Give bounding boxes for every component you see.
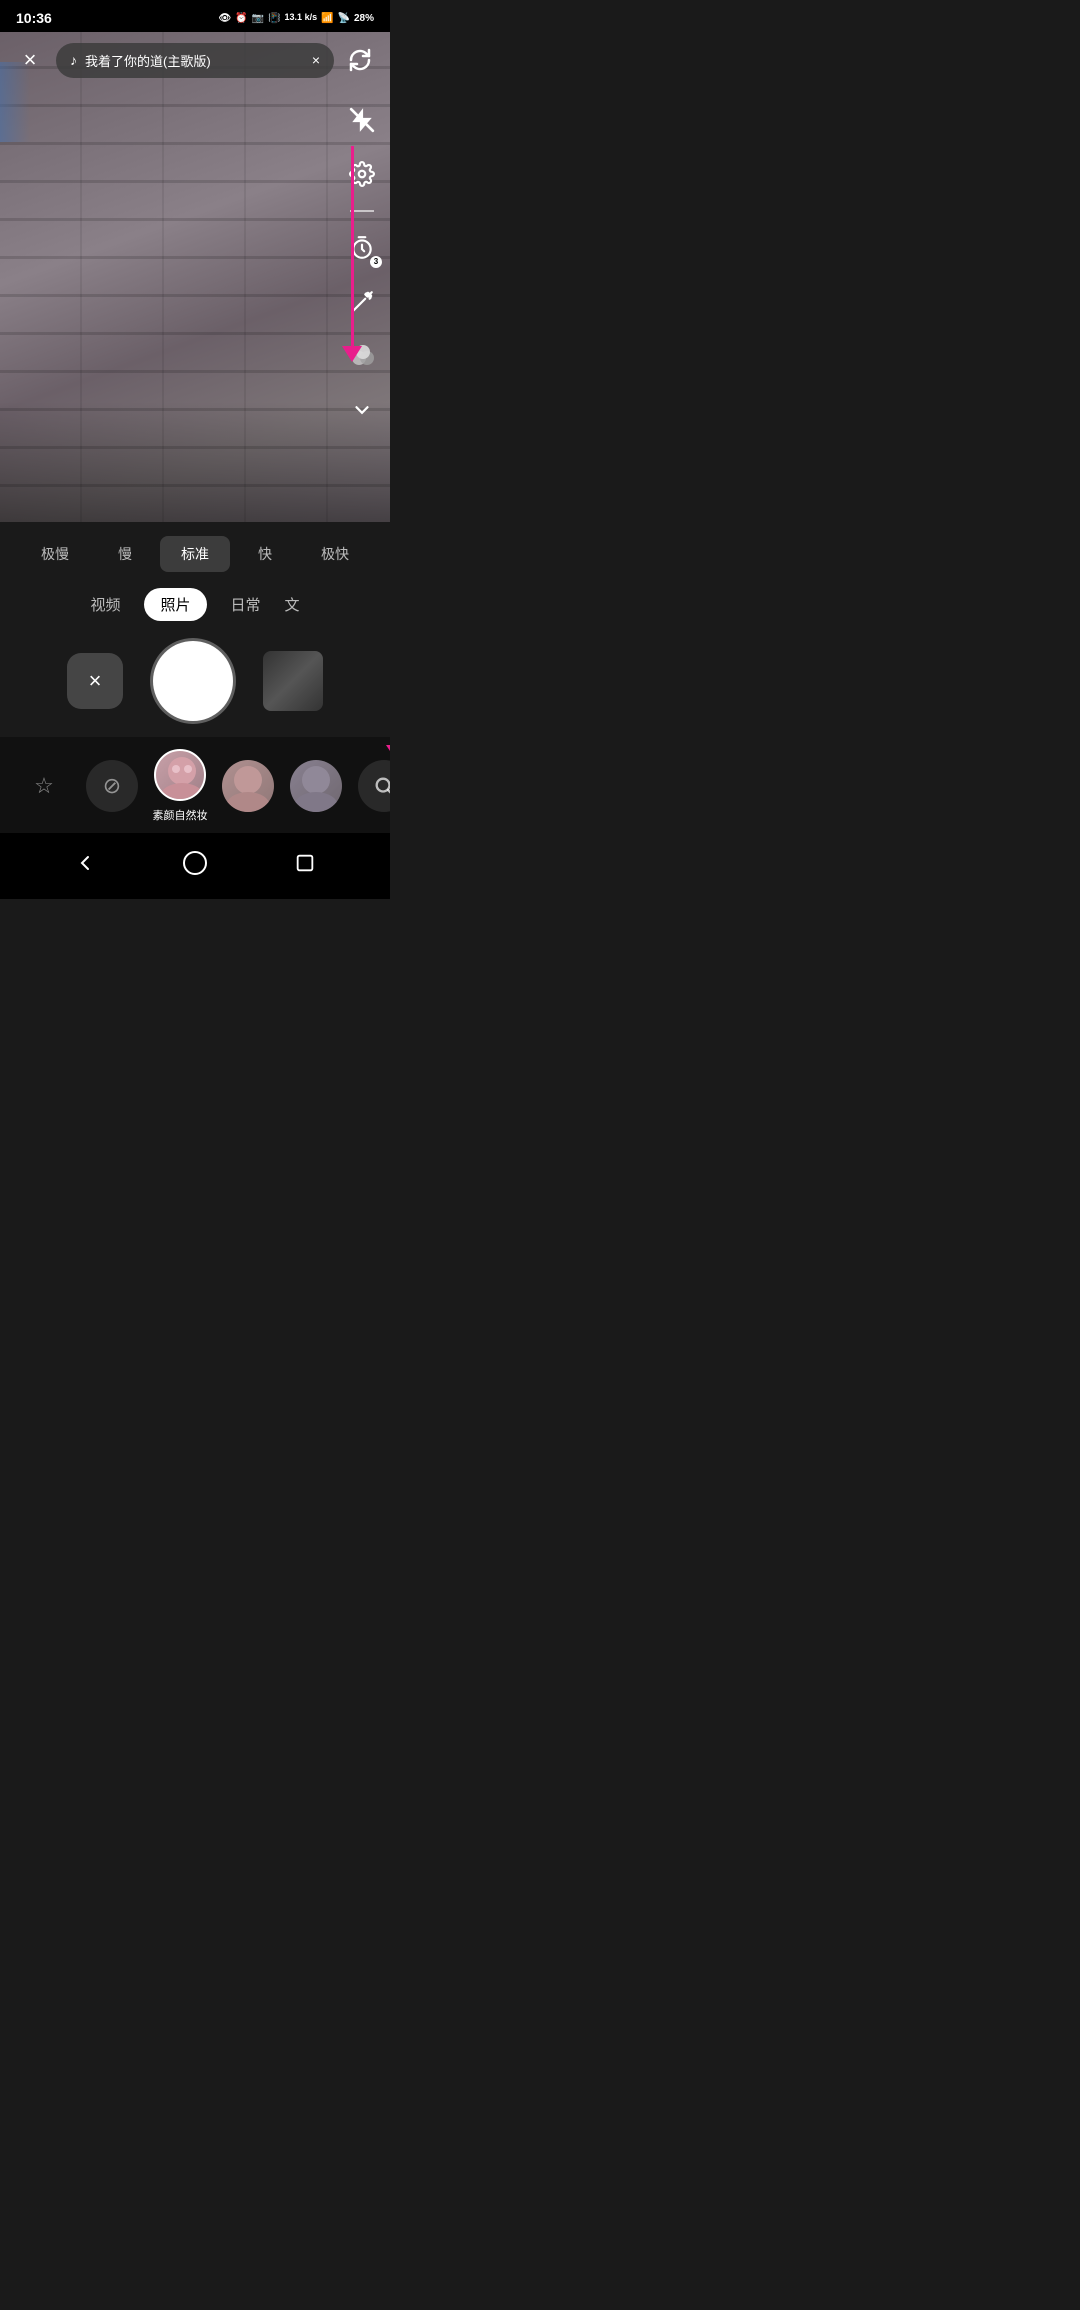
back-button[interactable]: [67, 845, 103, 881]
music-title: 我着了你的道(主歌版): [85, 51, 304, 70]
close-button[interactable]: ×: [12, 42, 48, 78]
filter-item-3[interactable]: [288, 760, 344, 812]
filter-thumb-2: [222, 760, 274, 812]
top-bar: × ♪ 我着了你的道(主歌版) ×: [0, 32, 390, 88]
speed-option-slow[interactable]: 慢: [90, 536, 160, 572]
battery-text: 28%: [354, 13, 374, 24]
flash-button[interactable]: [344, 102, 380, 138]
music-pill[interactable]: ♪ 我着了你的道(主歌版) ×: [56, 43, 334, 78]
bottom-controls: 极慢 慢 标准 快 极快 视频 照片 日常 文 ×: [0, 522, 390, 737]
mode-selector: 视频 照片 日常 文: [0, 582, 390, 631]
status-time: 10:36: [16, 10, 52, 26]
filter-search[interactable]: [356, 760, 390, 812]
camera-icon: 📷: [252, 13, 264, 24]
mode-photo[interactable]: 照片: [144, 588, 206, 621]
wifi-icon: 📶: [321, 13, 333, 24]
filter-item-2[interactable]: [220, 760, 276, 812]
filter-none-icon: ⊘: [86, 760, 138, 812]
nav-bar: [0, 833, 390, 899]
timer-badge: 3: [370, 256, 382, 268]
home-button[interactable]: [177, 845, 213, 881]
shutter-row: ×: [0, 631, 390, 737]
gallery-thumbnail[interactable]: [263, 651, 323, 711]
pink-arrow: [342, 146, 362, 362]
signal-icon: 📡: [338, 13, 350, 24]
filter-item-1[interactable]: 素颜自然妆: [152, 749, 208, 823]
star-icon: ☆: [34, 773, 54, 799]
speed-option-standard[interactable]: 标准: [160, 536, 230, 572]
filter-bar: ☆ ⊘ 素颜自然妆: [0, 737, 390, 833]
vibrate-icon: 📳: [268, 13, 280, 24]
filter-label-1: 素颜自然妆: [153, 807, 208, 823]
speed-option-fast[interactable]: 快: [230, 536, 300, 572]
filter-none[interactable]: ⊘: [84, 760, 140, 812]
alarm-icon: ⏰: [235, 13, 247, 24]
filter-thumb-1: [154, 749, 206, 801]
status-bar: 10:36 👁 ⏰ 📷 📳 13.1 k/s 📶 📡 28%: [0, 0, 390, 32]
camera-viewfinder: × ♪ 我着了你的道(主歌版) ×: [0, 32, 390, 522]
speed-selector: 极慢 慢 标准 快 极快: [0, 522, 390, 582]
speed-option-very-fast[interactable]: 极快: [300, 536, 370, 572]
speed-text: 13.1 k/s: [285, 13, 318, 23]
status-icons: 👁 ⏰ 📷 📳 13.1 k/s 📶 📡 28%: [218, 13, 374, 24]
music-close-button[interactable]: ×: [312, 52, 320, 68]
recent-apps-button[interactable]: [287, 845, 323, 881]
speed-option-very-slow[interactable]: 极慢: [20, 536, 90, 572]
filter-favorites[interactable]: ☆: [16, 773, 72, 799]
filter-thumb-3: [290, 760, 342, 812]
eye-icon: 👁: [218, 13, 231, 24]
music-note-icon: ♪: [70, 52, 77, 68]
shutter-button[interactable]: [153, 641, 233, 721]
filter-search-button[interactable]: [358, 760, 390, 812]
mode-daily[interactable]: 日常: [231, 594, 261, 615]
mode-video[interactable]: 视频: [90, 594, 120, 615]
gallery-thumb-image: [263, 651, 323, 711]
expand-button[interactable]: [344, 392, 380, 428]
search-arrow: [386, 737, 390, 757]
mode-text[interactable]: 文: [285, 594, 300, 615]
svg-text:✦: ✦: [366, 291, 372, 299]
cancel-button[interactable]: ×: [67, 653, 123, 709]
refresh-button[interactable]: [342, 42, 378, 78]
